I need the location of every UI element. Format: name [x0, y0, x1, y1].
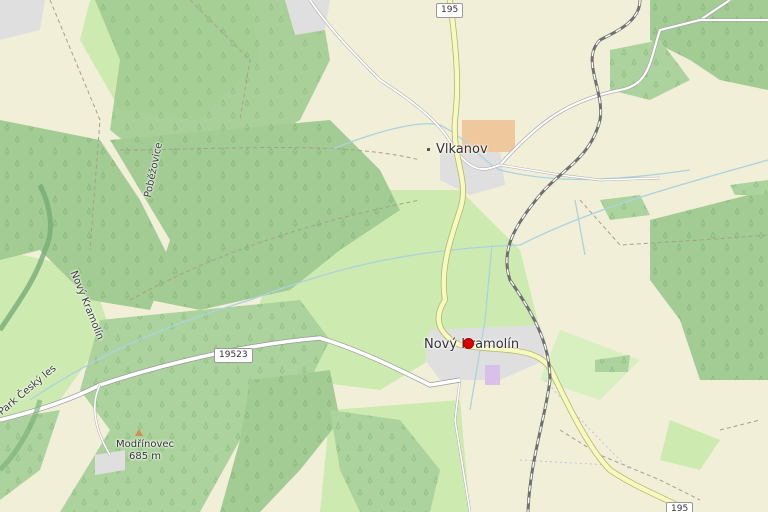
map-base-layer — [0, 0, 768, 512]
peak-elevation: 685 m — [129, 451, 162, 462]
road-shield-19523: 19523 — [214, 348, 253, 363]
road-shield-195-bottom: 195 — [666, 502, 694, 512]
location-marker[interactable] — [463, 338, 474, 349]
map-canvas[interactable]: Vlkanov Nový Kramolín Poběžovice Nový Kr… — [0, 0, 768, 512]
peak-label[interactable]: Modřínovec 685 m — [116, 439, 174, 463]
place-label-vlkanov[interactable]: Vlkanov — [436, 142, 488, 157]
peak-name: Modřínovec — [116, 439, 175, 450]
road-shield-195-top: 195 — [436, 3, 464, 18]
